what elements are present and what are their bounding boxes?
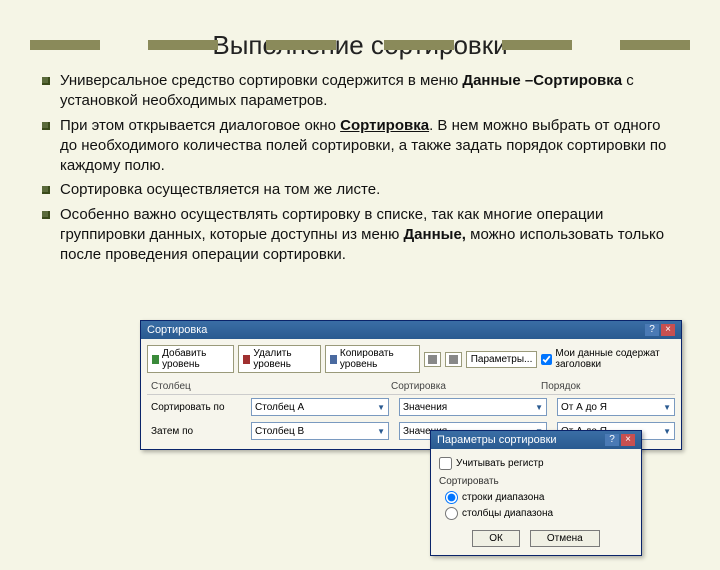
- sort-direction-label: Сортировать: [439, 476, 633, 487]
- bullet-item: При этом открывается диалоговое окно Сор…: [60, 116, 680, 177]
- case-checkbox[interactable]: [439, 457, 452, 470]
- ok-button[interactable]: ОК: [472, 530, 520, 547]
- cancel-button[interactable]: Отмена: [530, 530, 600, 547]
- sort-dialog-titlebar: Сортировка ? ×: [141, 321, 681, 339]
- arrow-up-icon: [428, 355, 437, 364]
- decor-bar: [0, 40, 720, 54]
- cols-radio-label: столбцы диапазона: [462, 508, 553, 519]
- order-select[interactable]: От А до Я▼: [557, 398, 675, 416]
- rows-radio[interactable]: [445, 491, 458, 504]
- x-icon: [243, 355, 250, 364]
- add-level-button[interactable]: Добавить уровень: [147, 345, 234, 373]
- params-button[interactable]: Параметры...: [466, 351, 538, 368]
- help-button[interactable]: ?: [605, 434, 619, 446]
- column-select[interactable]: Столбец A▼: [251, 398, 389, 416]
- sort-grid-header: Столбец Сортировка Порядок: [147, 379, 675, 395]
- bullet-item: Сортировка осуществляется на том же лист…: [60, 180, 680, 200]
- slide-content: Универсальное средство сортировки содерж…: [0, 71, 720, 265]
- headers-checkbox-label: Мои данные содержат заголовки: [555, 348, 675, 370]
- headers-checkbox[interactable]: [541, 354, 552, 365]
- chevron-down-icon: ▼: [663, 427, 671, 436]
- close-button[interactable]: ×: [661, 324, 675, 336]
- copy-icon: [330, 355, 337, 364]
- close-button[interactable]: ×: [621, 434, 635, 446]
- chevron-down-icon: ▼: [535, 403, 543, 412]
- chevron-down-icon: ▼: [663, 403, 671, 412]
- copy-level-button[interactable]: Копировать уровень: [325, 345, 420, 373]
- params-titlebar: Параметры сортировки ? ×: [431, 431, 641, 449]
- bullet-item: Особенно важно осуществлять сортировку в…: [60, 205, 680, 266]
- case-label: Учитывать регистр: [456, 458, 544, 469]
- cols-radio[interactable]: [445, 507, 458, 520]
- sort-params-dialog: Параметры сортировки ? × Учитывать регис…: [430, 430, 642, 556]
- sort-toolbar: Добавить уровень Удалить уровень Копиров…: [147, 345, 675, 373]
- help-button[interactable]: ?: [645, 324, 659, 336]
- move-up-button[interactable]: [424, 352, 441, 367]
- delete-level-button[interactable]: Удалить уровень: [238, 345, 320, 373]
- bullet-item: Универсальное средство сортировки содерж…: [60, 71, 680, 112]
- plus-icon: [152, 355, 159, 364]
- chevron-down-icon: ▼: [377, 427, 385, 436]
- chevron-down-icon: ▼: [377, 403, 385, 412]
- sort-row: Сортировать по Столбец A▼ Значения▼ От А…: [147, 395, 675, 419]
- rows-radio-label: строки диапазона: [462, 492, 544, 503]
- sorton-select[interactable]: Значения▼: [399, 398, 547, 416]
- move-down-button[interactable]: [445, 352, 462, 367]
- params-title: Параметры сортировки: [437, 434, 557, 446]
- sort-dialog-title: Сортировка: [147, 324, 207, 336]
- arrow-down-icon: [449, 355, 458, 364]
- column-select[interactable]: Столбец B▼: [251, 422, 389, 440]
